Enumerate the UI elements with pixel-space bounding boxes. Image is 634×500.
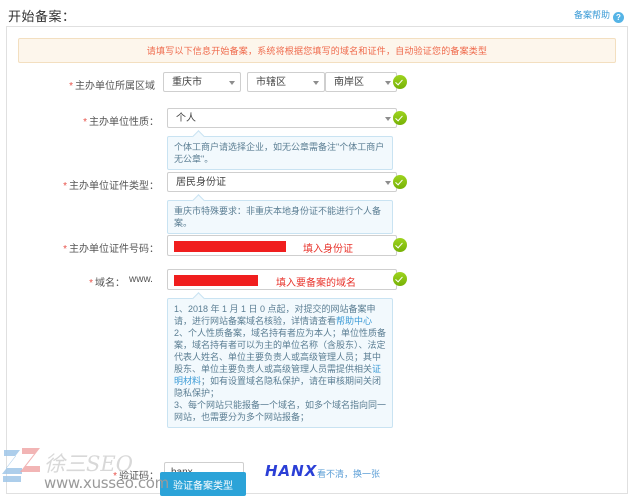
info-alert-banner: 请填写以下信息开始备案，系统将根据您填写的域名和证件，自动验证您的备案类型 [18, 38, 616, 63]
domain-tip-2-text-after: ；如有设置域名隐私保护，请在审核期间关闭隐私保护； [174, 376, 382, 398]
cert-number-input[interactable]: 填入身份证 [167, 235, 397, 256]
green-check-icon-nature [393, 111, 407, 125]
region-label: * 主办单位所属区域 [7, 77, 155, 92]
domain-tip-2-text-before: 2、个人性质备案，域名持有者应为本人；单位性质备案，域名持有者可以为主的单位名称… [174, 328, 387, 374]
domain-tip-3-text: 3、每个网站只能报备一个域名，如多个域名指向同一网站，也需要分为多个网站报备； [174, 400, 387, 422]
cert-type-select[interactable]: 居民身份证 [167, 172, 397, 192]
city-select[interactable]: 市辖区 [247, 72, 325, 92]
cert-type-required-mark: * [63, 181, 67, 192]
page-title: 开始备案： [8, 9, 76, 24]
region-label-text: 主办单位所属区域 [75, 81, 155, 92]
page-header: 开始备案： 备案帮助? [0, 0, 634, 28]
domain-tip-item-2: 2、个人性质备案，域名持有者应为本人；单位性质备案，域名持有者可以为主的单位名称… [174, 327, 386, 399]
chevron-down-icon [385, 81, 391, 85]
cert-number-required-mark: * [63, 244, 67, 255]
form-panel: 请填写以下信息开始备案，系统将根据您填写的域名和证件，自动验证您的备案类型 * 主… [6, 26, 628, 494]
green-check-icon-cert-type [393, 175, 407, 189]
cert-type-label: * 主办单位证件类型： [7, 177, 159, 192]
domain-label-text: 域名： [95, 278, 125, 289]
captcha-required-mark: * [113, 471, 117, 482]
city-select-value: 市辖区 [256, 77, 286, 88]
domain-input[interactable]: 填入要备案的域名 [167, 269, 397, 290]
domain-required-mark: * [89, 278, 93, 289]
domain-tip-item-3: 3、每个网站只能报备一个域名，如多个域名指向同一网站，也需要分为多个网站报备； [174, 399, 386, 423]
cert-number-redaction [174, 241, 286, 252]
nature-tip: 个体工商户请选择企业，如无公章需备注"个体工商户无公章"。 [167, 136, 393, 170]
cert-type-label-text: 主办单位证件类型： [69, 181, 159, 192]
nature-required-mark: * [83, 117, 87, 128]
province-select[interactable]: 重庆市 [163, 72, 241, 92]
province-select-value: 重庆市 [172, 77, 202, 88]
cert-type-select-value: 居民身份证 [176, 177, 226, 188]
help-link-label: 备案帮助 [573, 10, 610, 20]
nature-select[interactable]: 个人 [167, 108, 397, 128]
region-required-mark: * [69, 81, 73, 92]
chevron-down-icon [229, 81, 235, 85]
domain-tip-item-1: 1、2018 年 1 月 1 日 0 点起，对提交的网站备案申请，进行网站备案域… [174, 303, 386, 327]
page-root: 开始备案： 备案帮助? 请填写以下信息开始备案，系统将根据您填写的域名和证件，自… [0, 0, 634, 500]
help-center-link[interactable]: 帮助中心 [336, 316, 372, 326]
cert-number-annotation: 填入身份证 [303, 244, 353, 255]
nature-tip-text: 个体工商户请选择企业，如无公章需备注"个体工商户无公章"。 [174, 142, 385, 164]
chevron-down-icon [385, 181, 391, 185]
info-alert-text: 请填写以下信息开始备案，系统将根据您填写的域名和证件，自动验证您的备案类型 [146, 46, 488, 56]
nature-label: * 主办单位性质： [7, 113, 159, 128]
green-check-icon-region [393, 75, 407, 89]
cert-number-label-text: 主办单位证件号码： [69, 244, 159, 255]
captcha-label: * 验证码： [7, 467, 159, 482]
domain-label: * 域名： [7, 274, 125, 289]
nature-label-text: 主办单位性质： [89, 117, 159, 128]
cert-type-tip: 重庆市特殊要求：非重庆本地身份证不能进行个人备案。 [167, 200, 393, 234]
question-mark-icon: ? [613, 12, 624, 23]
chevron-down-icon [313, 81, 319, 85]
beian-help-link[interactable]: 备案帮助? [574, 8, 624, 23]
nature-select-value: 个人 [176, 113, 196, 124]
verify-beian-type-button[interactable]: 验证备案类型 [160, 472, 246, 496]
domain-annotation: 填入要备案的域名 [276, 278, 356, 289]
green-check-icon-domain [393, 272, 407, 286]
district-select-value: 南岸区 [334, 77, 364, 88]
domain-tips: 1、2018 年 1 月 1 日 0 点起，对提交的网站备案申请，进行网站备案域… [167, 298, 393, 428]
domain-redaction [174, 275, 258, 286]
captcha-refresh-link[interactable]: 看不清，换一张 [317, 467, 380, 480]
cert-type-tip-text: 重庆市特殊要求：非重庆本地身份证不能进行个人备案。 [174, 206, 382, 228]
cert-number-label: * 主办单位证件号码： [7, 240, 159, 255]
chevron-down-icon [385, 117, 391, 121]
district-select[interactable]: 南岸区 [325, 72, 397, 92]
captcha-label-text: 验证码： [119, 471, 159, 482]
captcha-image[interactable]: HANX [265, 462, 317, 480]
domain-prefix-label: www. [129, 274, 153, 285]
green-check-icon-cert-number [393, 238, 407, 252]
